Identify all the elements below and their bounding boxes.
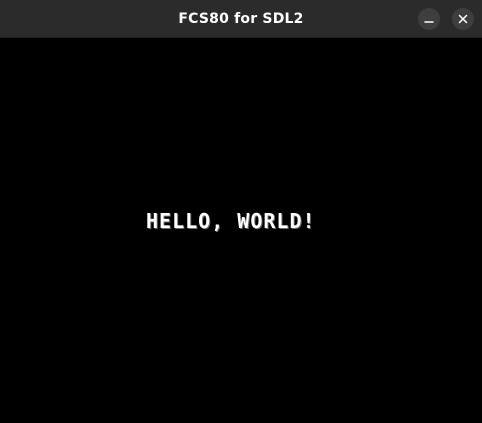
title-bar[interactable]: FCS80 for SDL2 [0,0,482,38]
hello-world-text: HELLO, WORLD! [146,209,316,233]
emulator-screen[interactable]: HELLO, WORLD! [0,38,482,423]
minimize-button[interactable] [418,8,440,30]
close-button[interactable] [452,8,474,30]
window-title: FCS80 for SDL2 [178,11,304,27]
app-window: FCS80 for SDL2 HELLO, WORLD! [0,0,482,423]
close-icon [458,14,468,24]
minimize-icon [424,21,434,23]
